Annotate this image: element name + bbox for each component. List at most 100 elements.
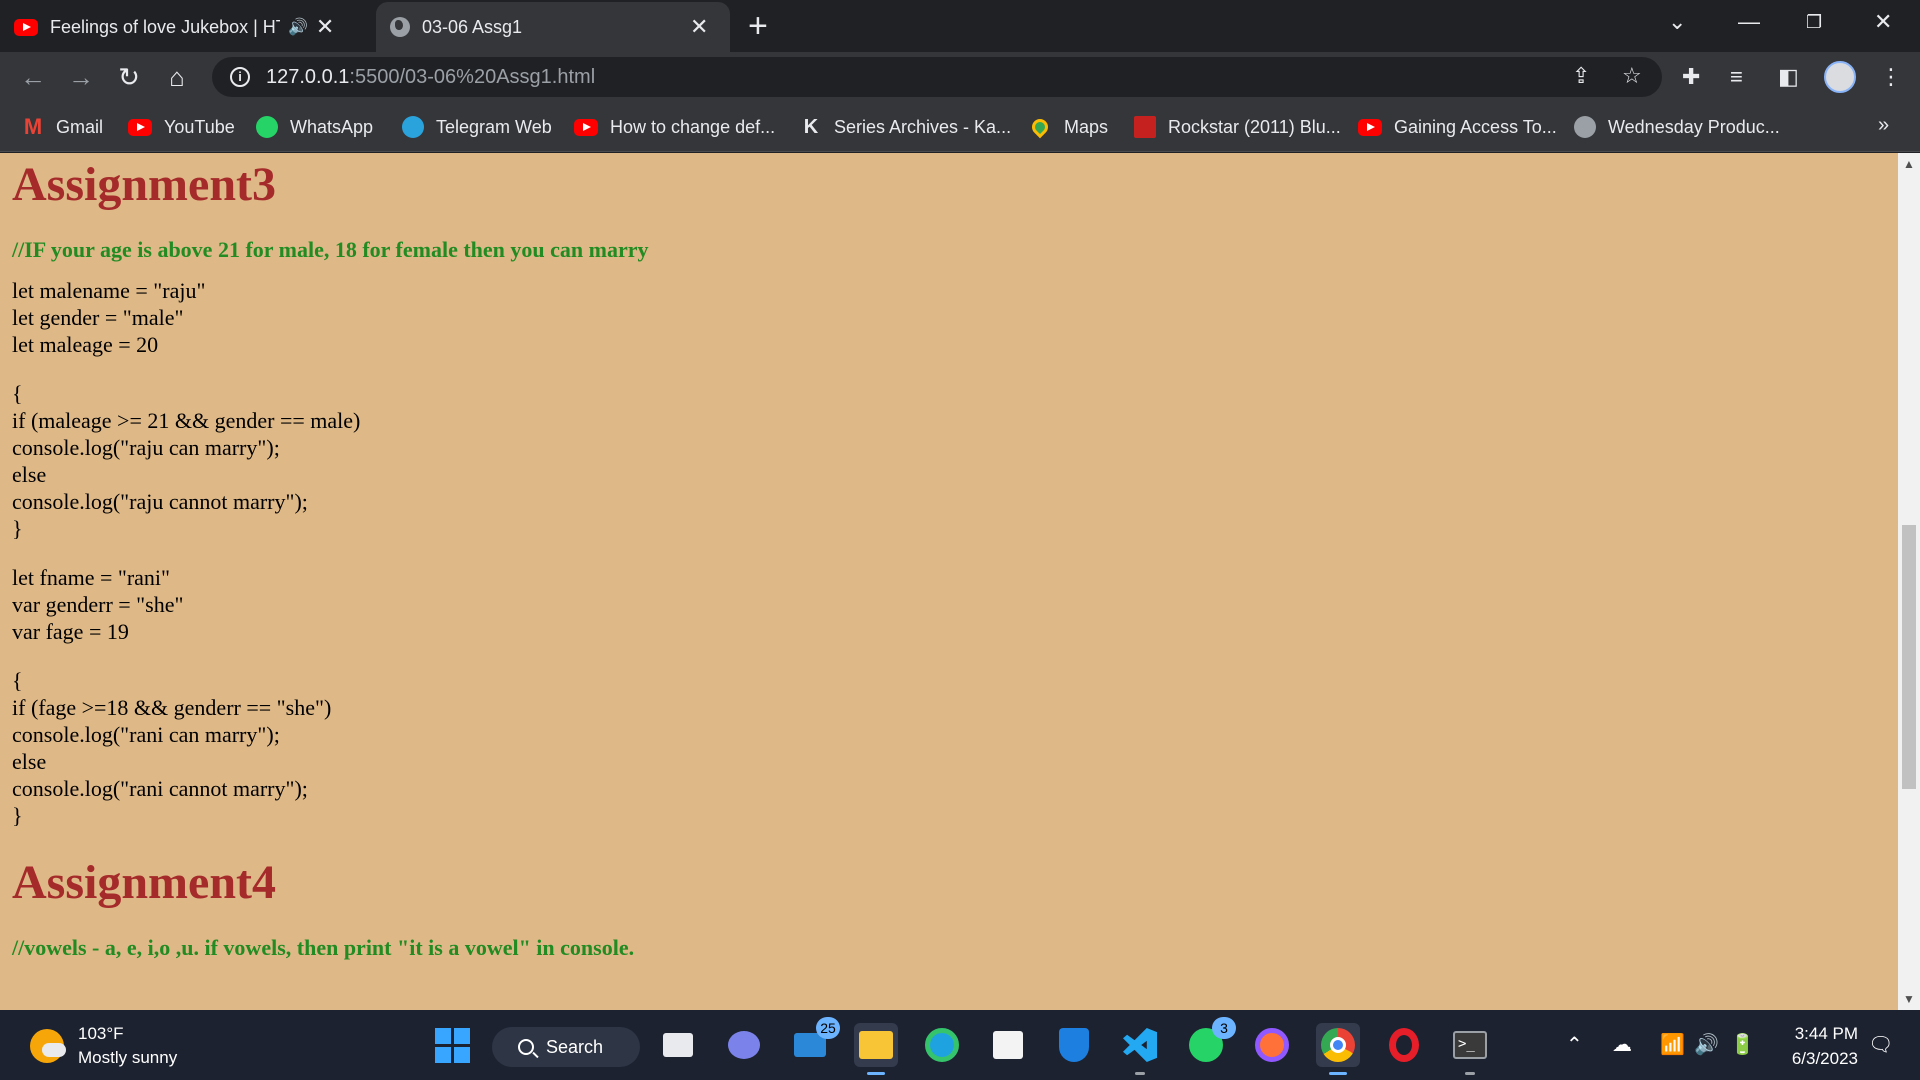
chrome-icon (1321, 1028, 1355, 1062)
code-line: console.log("rani can marry"); (12, 722, 280, 747)
extensions-icon[interactable]: ✚ (1682, 64, 1700, 90)
bookmarks-bar: M Gmail YouTube WhatsApp Telegram Web Ho… (0, 102, 1920, 152)
battery-icon[interactable]: 🔋 (1730, 1032, 1755, 1058)
scrollbar-thumb[interactable] (1902, 525, 1916, 789)
mail-unread-badge: 25 (816, 1017, 840, 1039)
task-view-icon (663, 1033, 693, 1057)
bookmark-how-to-change[interactable]: How to change def... (574, 114, 775, 140)
onedrive-cloud-icon[interactable]: ☁ (1612, 1032, 1632, 1058)
close-tab-icon[interactable]: ✕ (316, 14, 334, 40)
youtube-icon (1358, 118, 1382, 136)
rockstar-icon (1134, 116, 1156, 138)
telegram-icon (402, 116, 424, 138)
assignment3-heading: Assignment3 (12, 158, 277, 211)
tab-assg1[interactable]: 03-06 Assg1 ✕ (376, 2, 730, 52)
search-icon (518, 1039, 534, 1055)
url-text[interactable]: 127.0.0.1:5500/03-06%20Assg1.html (266, 66, 595, 89)
taskbar-search[interactable]: Search (492, 1027, 640, 1067)
task-view-button[interactable] (656, 1023, 700, 1067)
reload-icon[interactable]: ↻ (112, 60, 146, 94)
code-line: console.log("raju cannot marry"); (12, 489, 308, 514)
restore-icon[interactable]: ❐ (1806, 4, 1822, 40)
tab-search-icon[interactable]: ⌄ (1668, 4, 1686, 40)
scroll-down-arrow-icon[interactable]: ▼ (1898, 992, 1920, 1006)
start-button[interactable] (430, 1023, 474, 1067)
site-info-icon[interactable]: i (230, 67, 250, 87)
bookmark-wednesday[interactable]: Wednesday Produc... (1574, 114, 1780, 140)
bookmark-gmail[interactable]: M Gmail (22, 114, 103, 140)
edge-button[interactable] (920, 1023, 964, 1067)
bookmark-series-archives[interactable]: K Series Archives - Ka... (800, 114, 1011, 140)
menu-kebab-icon[interactable]: ⋮ (1880, 64, 1902, 90)
windows-logo-icon (434, 1027, 470, 1063)
code-line: if (fage >=18 && genderr == "she") (12, 695, 332, 720)
folder-icon (859, 1031, 893, 1059)
whatsapp-app-button[interactable]: 3 (1184, 1017, 1236, 1067)
volume-icon[interactable]: 🔊 (1694, 1032, 1719, 1058)
store-button[interactable] (986, 1023, 1030, 1067)
scroll-up-arrow-icon[interactable]: ▲ (1898, 157, 1920, 171)
maps-pin-icon (1028, 115, 1052, 139)
wifi-icon[interactable]: 📶 (1660, 1032, 1685, 1058)
bookmark-telegram[interactable]: Telegram Web (402, 114, 552, 140)
weather-temperature: 103°F (78, 1024, 124, 1043)
taskbar-clock[interactable]: 3:44 PM 6/3/2023 (1782, 1021, 1858, 1071)
mail-app-button[interactable]: 25 (788, 1017, 840, 1067)
terminal-button[interactable]: >_ (1448, 1023, 1492, 1075)
home-icon[interactable]: ⌂ (160, 60, 194, 94)
bookmark-whatsapp[interactable]: WhatsApp (256, 114, 373, 140)
code-line: } (12, 516, 23, 541)
close-window-icon[interactable]: ✕ (1874, 4, 1892, 40)
close-tab-icon[interactable]: ✕ (690, 14, 708, 40)
tab-youtube-jukebox[interactable]: Feelings of love Jukebox | HT 🔊 ✕ (14, 2, 366, 52)
new-tab-button[interactable]: + (748, 6, 768, 46)
whatsapp-icon (256, 116, 278, 138)
code-line: let malename = "raju" (12, 278, 206, 303)
forward-arrow-icon[interactable]: → (64, 60, 98, 94)
chrome-button[interactable] (1316, 1023, 1360, 1075)
assignment4-heading: Assignment4 (12, 856, 277, 909)
weather-widget[interactable]: 103°F Mostly sunny (30, 1022, 177, 1070)
media-control-icon[interactable]: ≡ (1730, 64, 1743, 90)
vscode-button[interactable] (1118, 1023, 1162, 1075)
profile-avatar[interactable] (1824, 61, 1856, 93)
page-scrollbar[interactable]: ▲ ▼ (1898, 153, 1920, 1010)
clock-date: 6/3/2023 (1791, 1049, 1858, 1068)
share-icon[interactable]: ⇪ (1572, 63, 1590, 89)
youtube-icon (574, 118, 598, 136)
back-arrow-icon[interactable]: ← (16, 60, 50, 94)
opera-icon (1389, 1028, 1419, 1062)
opera-button[interactable] (1382, 1023, 1426, 1067)
code-line: let maleage = 20 (12, 332, 159, 357)
bookmark-star-icon[interactable]: ☆ (1622, 63, 1642, 89)
minimize-icon[interactable]: — (1738, 4, 1760, 40)
firefox-button[interactable] (1250, 1023, 1294, 1067)
bookmarks-overflow-icon[interactable]: » (1878, 114, 1889, 137)
file-explorer-button[interactable] (854, 1023, 898, 1075)
show-hidden-icons-chevron-icon[interactable]: ⌃ (1566, 1032, 1583, 1058)
address-bar[interactable]: i 127.0.0.1:5500/03-06%20Assg1.html ⇪ ☆ (212, 57, 1662, 97)
code-line: if (maleage >= 21 && gender == male) (12, 408, 361, 433)
code-line: let gender = "male" (12, 305, 184, 330)
assignment4-comment: //vowels - a, e, i,o ,u. if vowels, then… (12, 935, 635, 960)
speaker-icon[interactable]: 🔊 (288, 17, 308, 37)
vscode-icon (1123, 1028, 1157, 1062)
code-line: console.log("raju can marry"); (12, 435, 280, 460)
bookmark-rockstar[interactable]: Rockstar (2011) Blu... (1134, 114, 1341, 140)
youtube-icon (128, 118, 152, 136)
bookmark-youtube[interactable]: YouTube (128, 114, 235, 140)
k-icon: K (803, 116, 819, 138)
terminal-icon: >_ (1453, 1031, 1487, 1059)
side-panel-icon[interactable]: ◧ (1778, 64, 1799, 90)
defender-button[interactable] (1052, 1023, 1096, 1067)
notification-icon[interactable]: 🗨 (1868, 1032, 1893, 1058)
firefox-icon (1255, 1028, 1289, 1062)
bookmark-gaining-access[interactable]: Gaining Access To... (1358, 114, 1557, 140)
teams-chat-button[interactable] (722, 1023, 766, 1067)
code-line: { (12, 668, 23, 693)
code-line: else (12, 462, 47, 487)
code-line: let fname = "rani" (12, 565, 171, 590)
tab-title: Feelings of love Jukebox | HT (50, 16, 280, 37)
code-line: { (12, 381, 23, 406)
bookmark-maps[interactable]: Maps (1028, 114, 1108, 140)
